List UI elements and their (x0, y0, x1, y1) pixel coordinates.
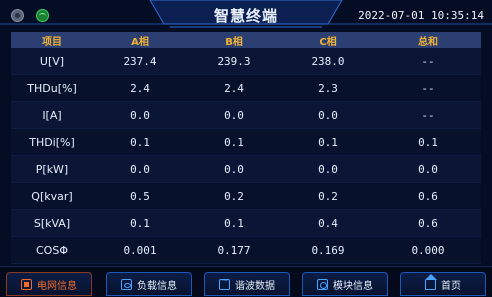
table-cell: 237.4 (123, 54, 157, 68)
table-cell: 0.0 (224, 162, 244, 176)
wave-icon (219, 276, 230, 290)
tab-grid-info[interactable]: 电网信息 (6, 272, 92, 296)
table-cell: 0.2 (318, 189, 338, 203)
table-cell: 0.0 (318, 108, 338, 122)
table-row: THDi[%] 0.1 0.1 0.1 0.1 (11, 129, 481, 156)
row-label: S[kVA] (33, 216, 71, 230)
table-cell: 0.177 (217, 243, 251, 257)
table-cell: 2.4 (130, 81, 150, 95)
table-cell: 238.0 (311, 54, 345, 68)
table-cell: 0.1 (318, 135, 338, 149)
grid-icon (21, 278, 32, 290)
table-cell: 0.5 (130, 189, 150, 203)
table-row: THDu[%] 2.4 2.4 2.3 -- (11, 75, 481, 102)
table-cell: 0.1 (224, 135, 244, 149)
table-cell: 2.3 (318, 81, 338, 95)
table-cell: 0.4 (318, 216, 338, 230)
table-cell: 0.0 (318, 162, 338, 176)
table-row: P[kW] 0.0 0.0 0.0 0.0 (11, 156, 481, 183)
table-cell: 0.1 (418, 135, 438, 149)
tab-home[interactable]: 首页 (400, 272, 486, 296)
table-cell: 0.6 (418, 189, 438, 203)
page-title: 智慧终端 (213, 7, 278, 25)
table-row: U[V] 237.4 239.3 238.0 -- (11, 48, 481, 75)
record-status-icon[interactable] (11, 9, 24, 22)
table-cell: 0.1 (224, 216, 244, 230)
tab-label: 模块信息 (333, 280, 373, 292)
tab-label: 首页 (441, 280, 461, 292)
table-header-row: 项目 A相 B相 C相 总和 (11, 32, 481, 48)
tab-harmonic-data[interactable]: 谐波数据 (204, 272, 290, 296)
table-cell: 239.3 (217, 54, 251, 68)
column-header-phase-c: C相 (319, 36, 337, 48)
row-label: U[V] (39, 54, 65, 68)
column-header-item: 项目 (42, 36, 62, 48)
table-cell: -- (421, 108, 435, 122)
row-label: I[A] (42, 108, 62, 122)
table-body: U[V] 237.4 239.3 238.0 -- THDu[%] 2.4 2.4 2.3 -- I… (11, 48, 481, 264)
table-row: I[A] 0.0 0.0 0.0 -- (11, 102, 481, 129)
table-cell: 0.001 (123, 243, 157, 257)
table-row: Q[kvar] 0.5 0.2 0.2 0.6 (11, 183, 481, 210)
tab-label: 谐波数据 (235, 280, 275, 292)
table-cell: 0.000 (411, 243, 445, 257)
table-cell: -- (421, 54, 435, 68)
column-header-total: 总和 (418, 36, 438, 48)
table-row: S[kVA] 0.1 0.1 0.4 0.6 (11, 210, 481, 237)
table-cell: 0.0 (418, 162, 438, 176)
table-row: COSΦ 0.001 0.177 0.169 0.000 (11, 237, 481, 264)
column-header-phase-a: A相 (131, 36, 149, 48)
table-cell: 0.0 (224, 108, 244, 122)
row-label: THDu[%] (27, 81, 77, 95)
table-cell: 0.2 (224, 189, 244, 203)
column-header-phase-b: B相 (225, 36, 243, 48)
row-label: P[kW] (35, 162, 69, 176)
datetime-display: 2022-07-01 10:35:14 (358, 9, 484, 22)
table-cell: 0.0 (130, 162, 150, 176)
tab-load-info[interactable]: 负载信息 (106, 272, 192, 296)
module-icon (317, 278, 328, 290)
row-label: Q[kvar] (31, 189, 73, 203)
bottom-nav: 电网信息 负载信息 谐波数据 模块信息 首页 (0, 266, 492, 297)
table-cell: 2.4 (224, 81, 244, 95)
title-bar: 智慧终端 2022-07-01 10:35:14 (0, 0, 492, 30)
table-cell: -- (421, 81, 435, 95)
home-icon (425, 273, 437, 290)
row-label: COSΦ (36, 243, 68, 257)
tab-label: 电网信息 (37, 280, 77, 292)
load-icon (121, 278, 132, 290)
row-label: THDi[%] (29, 135, 75, 149)
tab-label: 负载信息 (137, 280, 177, 292)
table-cell: 0.1 (130, 135, 150, 149)
table-cell: 0.0 (130, 108, 150, 122)
table-cell: 0.6 (418, 216, 438, 230)
grid-info-table: 项目 A相 B相 C相 总和 U[V] 237.4 239.3 238.0 -- THDu… (11, 32, 481, 264)
table-cell: 0.169 (311, 243, 345, 257)
tab-module-info[interactable]: 模块信息 (302, 272, 388, 296)
wifi-status-icon[interactable] (36, 9, 49, 22)
table-cell: 0.1 (130, 216, 150, 230)
